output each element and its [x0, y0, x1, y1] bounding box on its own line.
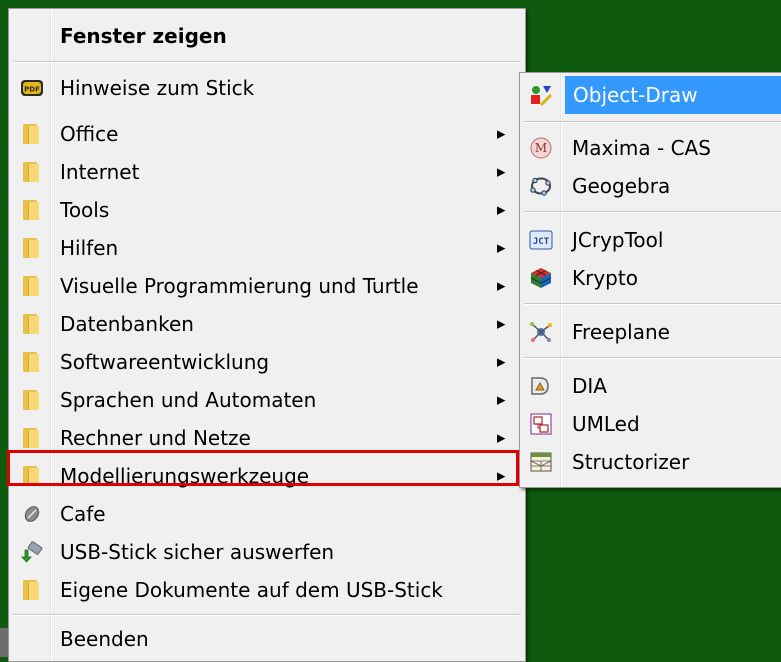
menu-item-label: Hilfen [60, 236, 119, 260]
submenu-item-maxima[interactable]: M Maxima - CAS [520, 130, 781, 166]
menu-item-visuelle-programmierung[interactable]: Visuelle Programmierung und Turtle ▶ [9, 268, 525, 304]
coffee-bean-icon [24, 506, 40, 522]
chevron-right-icon: ▶ [497, 165, 506, 179]
menu-separator [524, 211, 781, 213]
submenu-item-label: Maxima - CAS [572, 136, 711, 160]
svg-text:JCT: JCT [533, 237, 550, 247]
chevron-right-icon: ▶ [497, 355, 506, 369]
menu-item-label: Tools [60, 198, 110, 222]
menu-header-fenster-zeigen[interactable]: Fenster zeigen [9, 17, 525, 55]
submenu-item-structorizer[interactable]: Structorizer [520, 444, 781, 480]
menu-item-label: Eigene Dokumente auf dem USB-Stick [60, 578, 443, 602]
menu-item-usb-auswerfen[interactable]: USB-Stick sicher auswerfen [9, 534, 525, 570]
menu-item-label: Modellierungswerkzeuge [60, 464, 310, 488]
submenu-modellierungswerkzeuge: Object-Draw M Maxima - CAS Geogebra JCT … [519, 72, 781, 488]
menu-item-label: Cafe [60, 502, 106, 526]
menu-item-hinweise[interactable]: PDF Hinweise zum Stick [9, 70, 525, 106]
menu-item-rechner-und-netze[interactable]: Rechner und Netze ▶ [9, 420, 525, 456]
submenu-item-krypto[interactable]: Krypto [520, 260, 781, 296]
svg-text:PDF: PDF [24, 86, 40, 94]
submenu-item-label: Freeplane [572, 320, 670, 344]
krypto-cube-icon [530, 268, 552, 288]
submenu-item-dia[interactable]: DIA [520, 368, 781, 404]
maxima-icon: M [530, 137, 552, 159]
menu-item-internet[interactable]: Internet ▶ [9, 154, 525, 190]
menu-item-tools[interactable]: Tools ▶ [9, 192, 525, 228]
chevron-right-icon: ▶ [497, 279, 506, 293]
chevron-right-icon: ▶ [497, 241, 506, 255]
menu-item-modellierungswerkzeuge[interactable]: Modellierungswerkzeuge ▶ [9, 458, 525, 494]
menu-item-cafe[interactable]: Cafe [9, 496, 525, 532]
menu-item-label: Office [60, 122, 119, 146]
submenu-item-jcryptool[interactable]: JCT JCrypTool [520, 222, 781, 258]
menu-item-label: Internet [60, 160, 140, 184]
pdf-icon: PDF [21, 80, 43, 96]
submenu-item-label: DIA [572, 374, 607, 398]
menu-item-label: Softwareentwicklung [60, 350, 270, 374]
menu-item-label: Beenden [60, 627, 149, 651]
menu-item-beenden[interactable]: Beenden [9, 621, 525, 657]
structorizer-icon [530, 452, 552, 472]
folder-icon [20, 198, 44, 222]
folder-icon [20, 274, 44, 298]
freeplane-icon [530, 322, 552, 342]
menu-item-label: Datenbanken [60, 312, 194, 336]
svg-text:M: M [535, 141, 547, 155]
chevron-right-icon: ▶ [497, 203, 506, 217]
folder-icon [20, 236, 44, 260]
submenu-item-label: Object-Draw [573, 83, 698, 107]
submenu-item-label: UMLed [572, 412, 640, 436]
chevron-right-icon: ▶ [497, 469, 506, 483]
submenu-item-geogebra[interactable]: Geogebra [520, 168, 781, 204]
folder-icon [20, 350, 44, 374]
menu-item-label: Visuelle Programmierung und Turtle [60, 274, 419, 298]
usb-eject-icon [21, 541, 43, 563]
umled-icon [530, 413, 552, 435]
folder-icon [20, 578, 44, 602]
menu-separator [13, 614, 521, 616]
folder-icon [20, 122, 44, 146]
object-draw-icon [531, 86, 553, 107]
menu-item-label: Hinweise zum Stick [60, 76, 255, 100]
chevron-right-icon: ▶ [497, 393, 506, 407]
submenu-item-label: JCrypTool [572, 228, 664, 252]
folder-icon [20, 464, 44, 488]
menu-item-label: Sprachen und Automaten [60, 388, 317, 412]
folder-icon [20, 160, 44, 184]
menu-item-label: USB-Stick sicher auswerfen [60, 540, 335, 564]
submenu-item-label: Krypto [572, 266, 638, 290]
jcryptool-icon: JCT [529, 230, 553, 250]
menu-separator [13, 61, 521, 63]
start-menu: Fenster zeigen PDF Hinweise zum Stick Of… [7, 8, 526, 662]
menu-item-datenbanken[interactable]: Datenbanken ▶ [9, 306, 525, 342]
menu-item-hilfen[interactable]: Hilfen ▶ [9, 230, 525, 266]
geogebra-icon [530, 177, 551, 196]
menu-separator [524, 357, 781, 359]
folder-icon [20, 426, 44, 450]
menu-separator [524, 121, 781, 123]
submenu-item-umled[interactable]: UMLed [520, 406, 781, 442]
submenu-item-object-draw[interactable]: Object-Draw [520, 76, 781, 114]
folder-icon [20, 388, 44, 412]
folder-icon [20, 312, 44, 336]
chevron-right-icon: ▶ [497, 317, 506, 331]
chevron-right-icon: ▶ [497, 127, 506, 141]
menu-header-label: Fenster zeigen [60, 24, 227, 48]
menu-item-sprachen-und-automaten[interactable]: Sprachen und Automaten ▶ [9, 382, 525, 418]
submenu-item-label: Geogebra [572, 174, 671, 198]
chevron-right-icon: ▶ [497, 431, 506, 445]
menu-item-label: Rechner und Netze [60, 426, 251, 450]
menu-separator [524, 303, 781, 305]
menu-item-eigene-dokumente[interactable]: Eigene Dokumente auf dem USB-Stick [9, 572, 525, 608]
menu-item-softwareentwicklung[interactable]: Softwareentwicklung ▶ [9, 344, 525, 380]
menu-item-office[interactable]: Office ▶ [9, 116, 525, 152]
submenu-item-freeplane[interactable]: Freeplane [520, 314, 781, 350]
submenu-item-label: Structorizer [572, 450, 690, 474]
dia-icon [531, 377, 549, 395]
